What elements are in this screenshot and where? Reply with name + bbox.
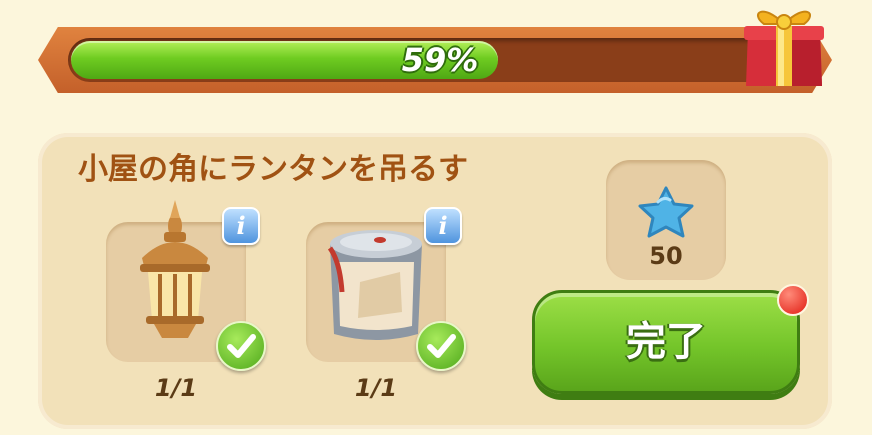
- progress-percent: 59%: [401, 41, 479, 79]
- lantern-check-icon: [216, 321, 266, 371]
- lantern-count: 1/1: [154, 374, 198, 402]
- lantern-icon: [140, 200, 210, 338]
- paint-can-count: 1/1: [354, 374, 398, 402]
- gift-box-icon[interactable]: [742, 0, 826, 92]
- blue-star-icon: [638, 186, 694, 238]
- reward-value: 50: [649, 242, 683, 270]
- notification-dot: [777, 284, 809, 316]
- complete-button[interactable]: 完了: [532, 290, 800, 394]
- task-title: 小屋の角にランタンを吊るす: [78, 152, 468, 187]
- lantern-info-button[interactable]: i: [222, 207, 260, 245]
- paint-can-icon: [327, 230, 422, 340]
- complete-button-label: 完了: [626, 319, 706, 365]
- paint-can-info-button[interactable]: i: [424, 207, 462, 245]
- paint-can-check-icon: [416, 321, 466, 371]
